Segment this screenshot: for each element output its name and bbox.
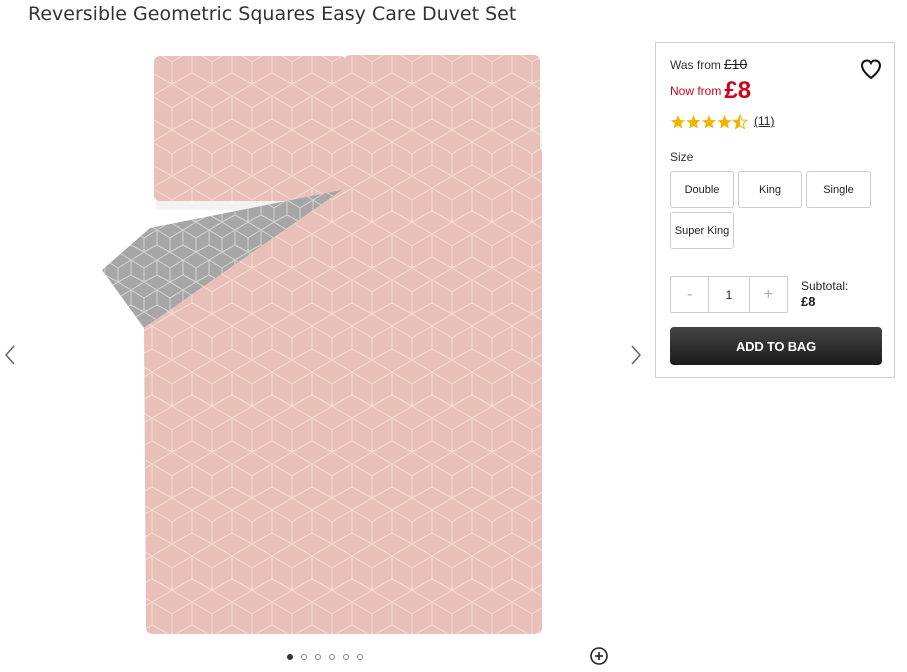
subtotal: Subtotal: £8 <box>801 278 848 310</box>
star-icon <box>702 115 716 129</box>
star-icon <box>671 115 685 129</box>
now-price: £8 <box>724 77 752 104</box>
chevron-left-icon <box>4 345 15 365</box>
gallery-dot[interactable] <box>287 654 293 660</box>
zoom-plus-icon <box>590 647 608 665</box>
gallery-prev-button[interactable] <box>0 340 24 370</box>
gallery-dot[interactable] <box>329 654 335 660</box>
review-count-link[interactable]: (11) <box>754 114 774 128</box>
gallery-dot[interactable] <box>315 654 321 660</box>
size-label: Size <box>670 150 694 164</box>
was-label: Was from <box>670 58 721 72</box>
zoom-button[interactable] <box>588 645 610 667</box>
product-image[interactable] <box>92 50 552 640</box>
star-icon <box>717 115 732 129</box>
star-icon <box>686 115 701 129</box>
now-price-row: Now from £8 <box>670 77 751 105</box>
purchase-panel: Was from £10 Now from £8 (11) Size Double … <box>655 42 895 378</box>
now-label: Now from <box>670 84 722 98</box>
gallery-dot[interactable] <box>357 654 363 660</box>
star-rating-icons <box>671 114 748 129</box>
wishlist-button[interactable] <box>859 57 883 81</box>
size-option-single[interactable]: Single <box>806 171 871 208</box>
gallery-dot[interactable] <box>343 654 349 660</box>
size-option-double[interactable]: Double <box>670 171 734 208</box>
product-title: Reversible Geometric Squares Easy Care D… <box>28 3 517 25</box>
quantity-decrease-button[interactable]: - <box>671 277 708 312</box>
subtotal-amount: £8 <box>801 294 816 309</box>
quantity-stepper: - 1 + <box>670 276 788 313</box>
gallery-dot[interactable] <box>301 654 307 660</box>
was-price: £10 <box>723 56 748 72</box>
size-option-super-king[interactable]: Super King <box>670 212 734 249</box>
was-price-row: Was from £10 <box>670 56 747 72</box>
quantity-input[interactable]: 1 <box>708 277 750 312</box>
size-option-king[interactable]: King <box>738 171 802 208</box>
gallery-next-button[interactable] <box>626 340 650 370</box>
product-gallery <box>0 40 650 665</box>
half-star-icon <box>732 114 748 129</box>
star-rating[interactable]: (11) <box>670 114 774 130</box>
chevron-right-icon <box>631 345 642 365</box>
subtotal-label: Subtotal: <box>801 279 849 293</box>
heart-icon <box>860 59 882 80</box>
quantity-increase-button[interactable]: + <box>750 277 787 312</box>
add-to-bag-button[interactable]: ADD TO BAG <box>670 327 882 365</box>
